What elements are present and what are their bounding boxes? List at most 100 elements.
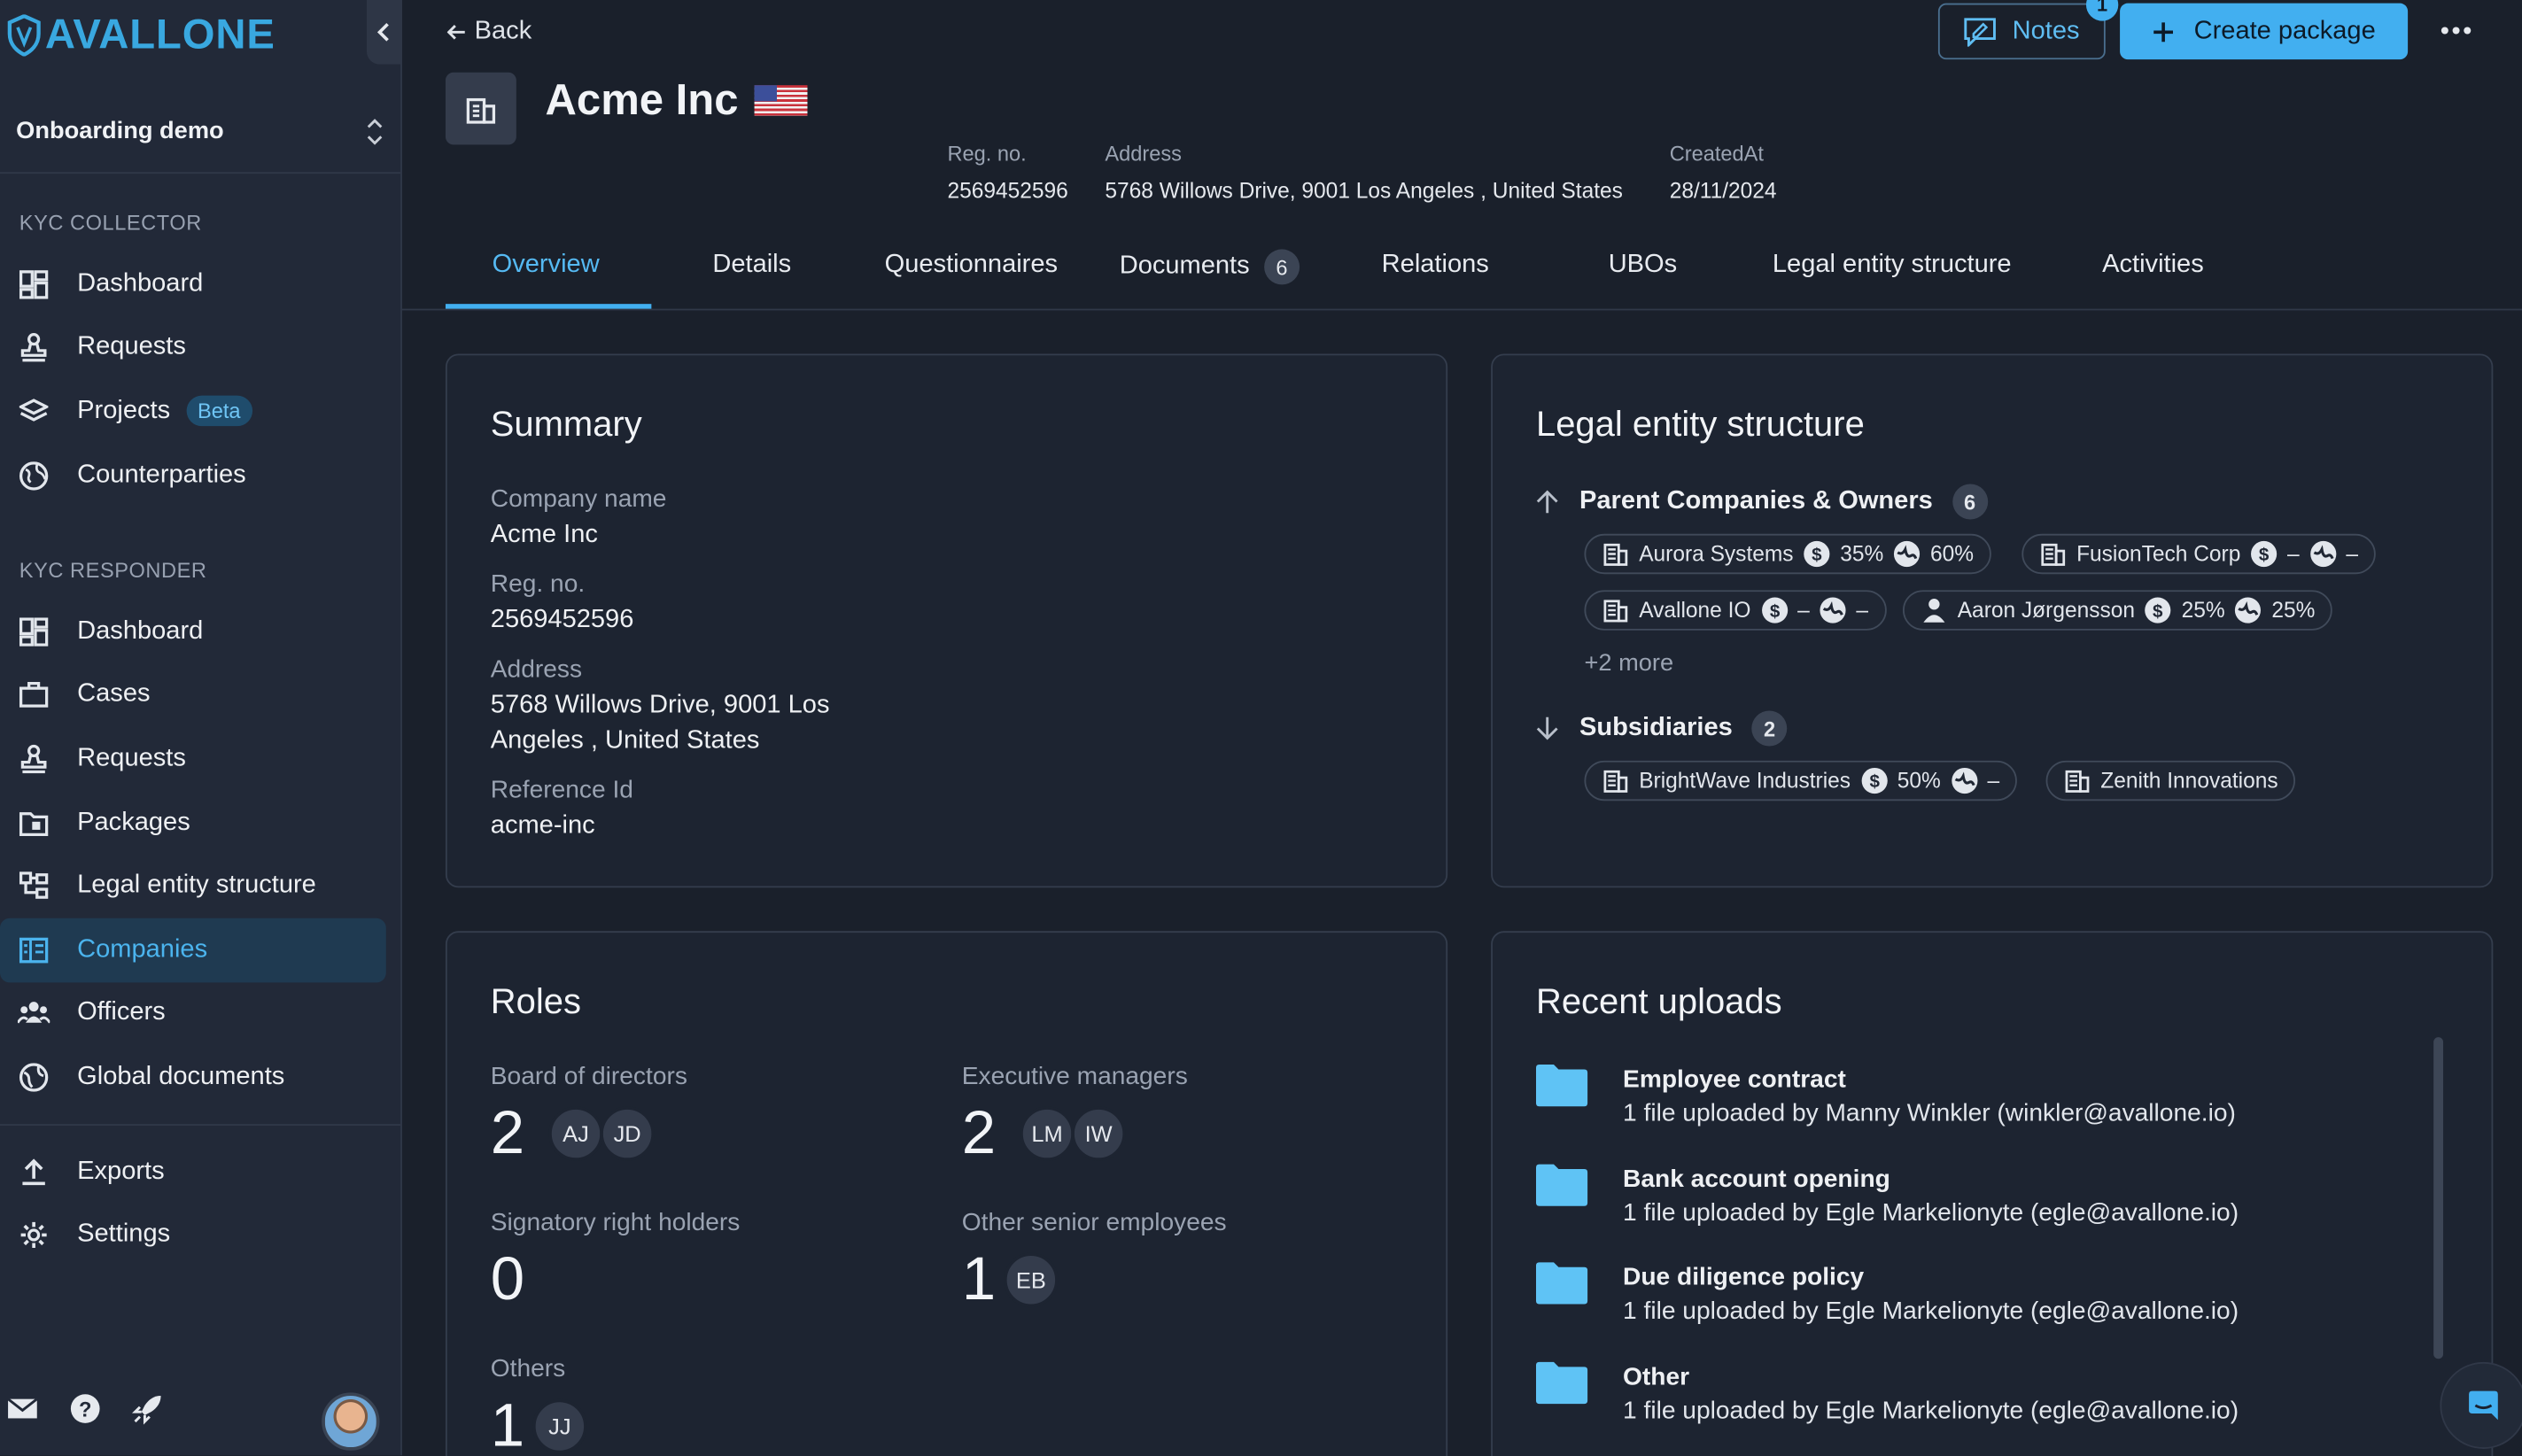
entity-name: FusionTech Corp bbox=[2076, 541, 2241, 567]
world-icon bbox=[16, 1060, 50, 1094]
create-package-label: Create package bbox=[2193, 17, 2376, 44]
role-signatory-right-holders: Signatory right holders 0 bbox=[491, 1209, 741, 1312]
entity-chip-brightwave-industries[interactable]: BrightWave Industries $ 50% – bbox=[1584, 760, 2018, 802]
upload-item[interactable]: Employee contract 1 file uploaded by Mann… bbox=[1534, 1063, 2236, 1132]
subsidiaries-header[interactable]: Subsidiaries 2 bbox=[1534, 710, 1788, 747]
help-icon[interactable]: ? bbox=[69, 1392, 101, 1424]
meta-key: Address bbox=[1105, 141, 1183, 167]
bottom-nav: Exports Settings bbox=[0, 1140, 400, 1267]
notes-button[interactable]: Notes bbox=[1937, 3, 2106, 60]
mail-icon[interactable] bbox=[6, 1396, 38, 1421]
sidebar-item-requests[interactable]: Requests bbox=[0, 316, 386, 380]
roles-title: Roles bbox=[490, 980, 581, 1021]
sidebar-item-officers[interactable]: Officers bbox=[0, 982, 386, 1046]
sidebar-item-label: Cases bbox=[77, 680, 151, 709]
upload-item[interactable]: Bank account opening 1 file uploaded by E… bbox=[1534, 1163, 2239, 1232]
field-key: Company name bbox=[490, 485, 667, 514]
upload-item[interactable]: Due diligence policy 1 file uploaded by E… bbox=[1534, 1261, 2239, 1330]
sidebar-item-dashboard[interactable]: Dashboard bbox=[0, 252, 386, 316]
tab-details[interactable]: Details bbox=[712, 251, 791, 280]
member-avatar[interactable]: LM bbox=[1020, 1106, 1075, 1161]
shield-logo-icon bbox=[7, 13, 41, 56]
sidebar-item-settings[interactable]: Settings bbox=[0, 1204, 386, 1267]
people-icon bbox=[16, 996, 50, 1030]
user-avatar[interactable] bbox=[322, 1392, 380, 1451]
vote-percent: – bbox=[1856, 598, 1869, 623]
member-avatar[interactable]: IW bbox=[1071, 1106, 1126, 1161]
building-icon bbox=[1603, 600, 1628, 623]
meta-reg-no: Reg. no. 2569452596 bbox=[947, 142, 1067, 203]
show-more-link[interactable]: +2 more bbox=[1584, 650, 1673, 678]
sidebar-item-label: Companies bbox=[77, 935, 208, 964]
entity-chip-avallone-io[interactable]: Avallone IO $ – – bbox=[1584, 590, 1887, 631]
sidebar-item-projects[interactable]: Projects Beta bbox=[0, 380, 386, 444]
upload-item[interactable]: Other 1 file uploaded by Egle Markelionyt… bbox=[1534, 1360, 2239, 1429]
member-avatar[interactable]: JJ bbox=[532, 1398, 587, 1454]
stamp-icon bbox=[16, 742, 50, 776]
recent-uploads-card: Recent uploads Employee contract 1 file u… bbox=[1491, 931, 2494, 1456]
role-others: Others 1 JJ bbox=[491, 1356, 587, 1456]
section-title-collector: KYC COLLECTOR bbox=[19, 210, 202, 236]
sidebar-item-cases[interactable]: Cases bbox=[0, 663, 386, 727]
avallone-logo[interactable]: AVALLONE bbox=[6, 10, 275, 59]
folder-icon bbox=[1535, 1064, 1588, 1107]
tab-overview[interactable]: Overview bbox=[493, 251, 600, 280]
back-link[interactable]: Back bbox=[446, 18, 532, 47]
entity-chip-fusiontech-corp[interactable]: FusionTech Corp $ – – bbox=[2021, 533, 2376, 575]
member-avatar[interactable]: AJ bbox=[548, 1106, 603, 1161]
legal-structure-title: Legal entity structure bbox=[1535, 403, 1865, 445]
parents-header[interactable]: Parent Companies & Owners 6 bbox=[1534, 484, 1988, 520]
dollar-circle-icon: $ bbox=[1804, 540, 1830, 568]
sidebar-item-legal-entity-structure[interactable]: Legal entity structure bbox=[0, 855, 386, 918]
uploads-scrollbar[interactable] bbox=[2433, 1037, 2444, 1359]
gear-icon bbox=[16, 1219, 50, 1252]
tab-questionnaires[interactable]: Questionnaires bbox=[885, 251, 1058, 280]
collapse-sidebar-button[interactable] bbox=[366, 0, 402, 65]
upload-subtitle: 1 file uploaded by Egle Markelionyte (eg… bbox=[1623, 1297, 2239, 1326]
dashboard-icon bbox=[16, 615, 50, 648]
entity-chip-zenith-innovations[interactable]: Zenith Innovations bbox=[2045, 760, 2296, 802]
svg-text:?: ? bbox=[79, 1399, 91, 1422]
entity-chip-aaron-jorgensson[interactable]: Aaron Jørgensson $ 25% 25% bbox=[1902, 590, 2333, 631]
sidebar-item-counterparties[interactable]: Counterparties bbox=[0, 444, 386, 507]
folder-icon bbox=[1535, 1164, 1588, 1206]
tab-activities[interactable]: Activities bbox=[2102, 251, 2204, 280]
role-label: Executive managers bbox=[961, 1063, 1188, 1091]
more-options-button[interactable] bbox=[2439, 13, 2474, 49]
tab-ubos[interactable]: UBOs bbox=[1609, 251, 1677, 280]
member-avatar[interactable]: JD bbox=[600, 1106, 655, 1161]
summary-field-reference-id: Reference Id acme-inc bbox=[491, 775, 633, 844]
create-package-button[interactable]: Create package bbox=[2120, 3, 2409, 60]
member-avatar[interactable]: EB bbox=[1003, 1252, 1059, 1308]
field-value: acme-inc bbox=[490, 811, 595, 840]
tab-label: Questionnaires bbox=[884, 251, 1059, 279]
role-members: 1 EB bbox=[962, 1248, 1227, 1313]
vote-icon bbox=[1820, 597, 1846, 623]
sidebar-item-companies[interactable]: Companies bbox=[0, 918, 386, 982]
sidebar-item-requests-responder[interactable]: Requests bbox=[0, 727, 386, 791]
dollar-circle-icon: $ bbox=[2145, 597, 2171, 623]
tab-legal-entity-structure[interactable]: Legal entity structure bbox=[1773, 251, 2012, 280]
org-selector[interactable]: Onboarding demo bbox=[0, 90, 401, 174]
chat-widget-button[interactable] bbox=[2440, 1361, 2522, 1449]
sidebar-item-exports[interactable]: Exports bbox=[0, 1140, 386, 1204]
notes-label: Notes bbox=[2012, 17, 2080, 44]
share-percent: 35% bbox=[1840, 541, 1884, 567]
chevron-updown-icon bbox=[367, 118, 383, 144]
person-icon bbox=[1923, 599, 1945, 623]
entity-name: BrightWave Industries bbox=[1639, 768, 1851, 794]
rocket-icon[interactable] bbox=[132, 1392, 164, 1425]
sidebar-item-global-documents[interactable]: Global documents bbox=[0, 1045, 386, 1109]
field-key: Reference Id bbox=[490, 776, 633, 804]
dashboard-icon bbox=[16, 267, 50, 301]
tab-documents[interactable]: Documents 6 bbox=[1120, 249, 1300, 285]
sidebar-item-label: Dashboard bbox=[77, 269, 204, 298]
entity-chip-aurora-systems[interactable]: Aurora Systems $ 35% 60% bbox=[1584, 533, 1992, 575]
active-tab-indicator bbox=[445, 304, 652, 309]
sidebar-item-packages[interactable]: Packages bbox=[0, 791, 386, 855]
us-flag-icon bbox=[754, 85, 808, 116]
company-name: Acme Inc bbox=[545, 75, 739, 124]
tab-relations[interactable]: Relations bbox=[1382, 251, 1489, 280]
sidebar-item-dashboard-responder[interactable]: Dashboard bbox=[0, 600, 386, 663]
vote-icon bbox=[1894, 540, 1921, 568]
